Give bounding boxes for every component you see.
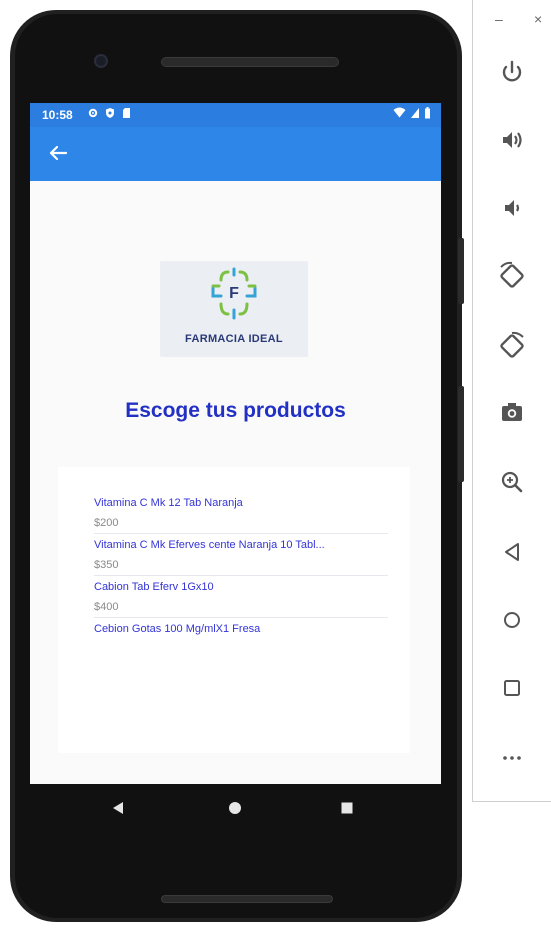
overview-square-icon[interactable]: [335, 796, 359, 820]
product-item[interactable]: Cabion Tab Eferv 1Gx10 $400: [94, 576, 388, 618]
logo-text: FARMACIA IDEAL: [185, 333, 283, 345]
power-icon[interactable]: [496, 56, 528, 88]
logo-emblem-icon: F: [211, 267, 257, 320]
wifi-icon: [393, 107, 406, 118]
more-icon[interactable]: [496, 742, 528, 774]
sd-card-icon: [123, 108, 130, 118]
phone-side-button: [458, 386, 464, 482]
product-name: Vitamina C Mk 12 Tab Naranja: [94, 497, 243, 509]
product-name: Vitamina C Mk Eferves cente Naranja 10 T…: [94, 539, 325, 551]
product-price: $350: [94, 559, 119, 571]
phone-side-button: [458, 238, 464, 304]
gear-icon: [88, 108, 98, 118]
pharmacy-logo: F FARMACIA IDEAL: [160, 261, 308, 357]
volume-down-icon[interactable]: [496, 192, 528, 224]
product-price: $200: [94, 517, 119, 529]
status-time: 10:58: [42, 108, 73, 122]
back-icon[interactable]: [496, 536, 528, 568]
emulator-window: 10:58 F FARMACIA IDEAL Escoge tus produc…: [0, 0, 551, 928]
product-name: Cabion Tab Eferv 1Gx10: [94, 581, 214, 593]
back-triangle-icon[interactable]: [106, 796, 130, 820]
zoom-icon[interactable]: [496, 466, 528, 498]
battery-icon: [425, 107, 430, 119]
product-name: Cebion Gotas 100 Mg/mlX1 Fresa: [94, 623, 261, 635]
minimize-button[interactable]: –: [495, 12, 503, 26]
window-controls: – ×: [473, 0, 551, 36]
app-screen: 10:58 F FARMACIA IDEAL Escoge tus produc…: [30, 103, 441, 784]
logo-letter: F: [229, 285, 239, 302]
product-item[interactable]: Vitamina C Mk Eferves cente Naranja 10 T…: [94, 534, 388, 576]
product-item[interactable]: Vitamina C Mk 12 Tab Naranja $200: [94, 492, 388, 534]
page-title: Escoge tus productos: [125, 399, 346, 422]
close-button[interactable]: ×: [534, 12, 542, 26]
volume-up-icon[interactable]: [496, 124, 528, 156]
product-list: Vitamina C Mk 12 Tab Naranja $200 Vitami…: [94, 492, 388, 637]
product-card: Vitamina C Mk 12 Tab Naranja $200 Vitami…: [58, 467, 410, 753]
product-item[interactable]: Cebion Gotas 100 Mg/mlX1 Fresa: [94, 618, 388, 637]
shield-icon: [106, 108, 114, 118]
bottom-speaker: [161, 895, 333, 903]
home-icon[interactable]: [496, 604, 528, 636]
product-price: $400: [94, 601, 119, 613]
rotate-left-icon[interactable]: [496, 260, 528, 292]
rotate-right-icon[interactable]: [496, 330, 528, 362]
home-circle-icon[interactable]: [223, 796, 247, 820]
android-nav-bar: [30, 784, 441, 832]
emulator-toolbar: – ×: [472, 0, 551, 802]
overview-icon[interactable]: [496, 672, 528, 704]
camera-icon[interactable]: [496, 396, 528, 428]
earpiece-speaker: [161, 57, 339, 67]
arrow-left-icon[interactable]: [44, 139, 72, 167]
signal-icon: [411, 108, 419, 118]
app-bar: [30, 127, 441, 181]
status-bar: 10:58: [30, 103, 441, 127]
front-camera: [94, 54, 108, 68]
